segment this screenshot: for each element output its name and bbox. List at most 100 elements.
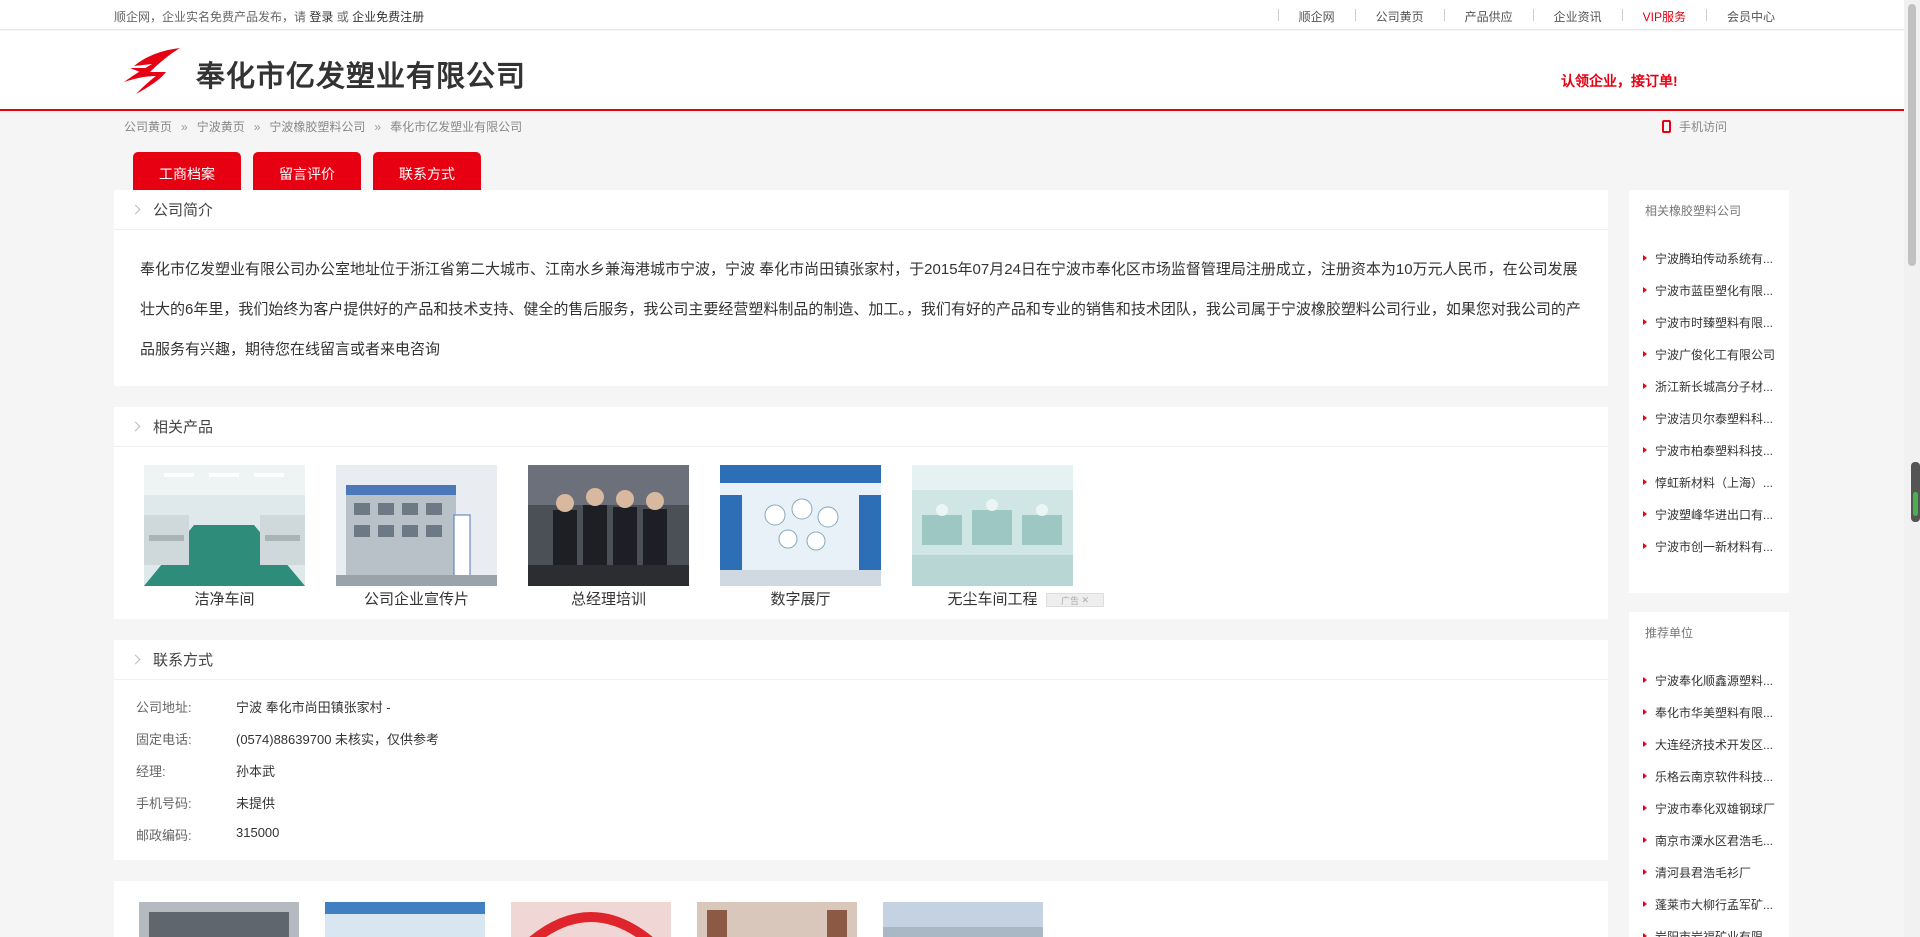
- gallery-photo-icon[interactable]: [139, 902, 299, 937]
- login-link[interactable]: 登录: [309, 10, 333, 24]
- list-item[interactable]: 蓬莱市大柳行孟军矿...: [1643, 888, 1775, 920]
- contact-key: 公司地址:: [136, 700, 192, 715]
- bullet-triangle-icon: [1643, 773, 1647, 779]
- list-item-label[interactable]: 宁波奉化顺鑫源塑料...: [1655, 672, 1773, 689]
- claim-company-link[interactable]: 认领企业，接订单!: [1561, 71, 1678, 91]
- office-building-photo-icon[interactable]: [336, 465, 497, 586]
- gallery-photo-icon[interactable]: [511, 902, 671, 937]
- list-item[interactable]: 宁波市蓝臣塑化有限...: [1643, 274, 1775, 306]
- list-item[interactable]: 宁波市创一新材料有...: [1643, 530, 1775, 562]
- list-item[interactable]: 浙江新长城高分子材...: [1643, 370, 1775, 402]
- list-item-label[interactable]: 宁波市时臻塑料有限...: [1655, 314, 1773, 331]
- list-item[interactable]: 清河县君浩毛衫厂: [1643, 856, 1775, 888]
- site-header: 奉化市亿发塑业有限公司 认领企业，接订单!: [0, 31, 1904, 111]
- mobile-visit-link[interactable]: 手机访问: [1662, 118, 1727, 135]
- list-item[interactable]: 宁波市奉化双雄钢球厂: [1643, 792, 1775, 824]
- contact-value: 孙本武: [236, 764, 276, 779]
- bullet-triangle-icon: [1643, 479, 1647, 485]
- list-item[interactable]: 宁波塑峰华进出口有...: [1643, 498, 1775, 530]
- company-name: 奉化市亿发塑业有限公司: [196, 61, 527, 93]
- product-item[interactable]: 洁净车间: [144, 465, 305, 609]
- list-item-label[interactable]: 宁波塑峰华进出口有...: [1655, 506, 1773, 523]
- product-caption[interactable]: 洁净车间: [144, 588, 305, 609]
- nav-news[interactable]: 企业资讯: [1554, 8, 1602, 25]
- nav-vip[interactable]: VIP服务: [1643, 8, 1686, 25]
- product-item[interactable]: 公司企业宣传片: [336, 465, 497, 609]
- list-item[interactable]: 宁波腾珀传动系统有...: [1643, 242, 1775, 274]
- contact-value: 315000: [236, 825, 280, 840]
- nav-shunqi[interactable]: 顺企网: [1299, 8, 1335, 25]
- list-item[interactable]: 南京市溧水区君浩毛...: [1643, 824, 1775, 856]
- bullet-triangle-icon: [1643, 933, 1647, 937]
- list-item-label[interactable]: 浙江新长城高分子材...: [1655, 378, 1773, 395]
- product-item[interactable]: 无尘车间工程: [912, 465, 1073, 609]
- breadcrumb-item[interactable]: 公司黄页: [124, 120, 172, 134]
- list-item-label[interactable]: 岩阳市岩福矿业有限: [1655, 928, 1763, 937]
- list-item[interactable]: 奉化市华美塑料有限...: [1643, 696, 1775, 728]
- list-item-label[interactable]: 宁波市柏泰塑料科技...: [1655, 442, 1773, 459]
- related-companies-panel: 相关橡胶塑料公司 宁波腾珀传动系统有... 宁波市蓝臣塑化有限... 宁波市时臻…: [1629, 190, 1789, 593]
- list-item[interactable]: 宁波洁贝尔泰塑料科...: [1643, 402, 1775, 434]
- product-item[interactable]: 数字展厅: [720, 465, 881, 609]
- list-item[interactable]: 岩阳市岩福矿业有限: [1643, 920, 1775, 937]
- register-link[interactable]: 企业免费注册: [352, 10, 424, 24]
- gallery-photo-icon[interactable]: [697, 902, 857, 937]
- clean-room-photo-icon[interactable]: [144, 465, 305, 586]
- breadcrumb-item[interactable]: 宁波橡胶塑料公司: [269, 120, 365, 134]
- list-item[interactable]: 乐格云南京软件科技...: [1643, 760, 1775, 792]
- list-item-label[interactable]: 大连经济技术开发区...: [1655, 736, 1773, 753]
- bullet-triangle-icon: [1643, 869, 1647, 875]
- intro-title: 公司简介: [114, 190, 1608, 230]
- list-item-label[interactable]: 宁波洁贝尔泰塑料科...: [1655, 410, 1773, 427]
- list-item[interactable]: 宁波市时臻塑料有限...: [1643, 306, 1775, 338]
- breadcrumb-current: 奉化市亿发塑业有限公司: [390, 120, 523, 134]
- list-item[interactable]: 宁波市柏泰塑料科技...: [1643, 434, 1775, 466]
- breadcrumb-item[interactable]: 宁波黄页: [197, 120, 245, 134]
- tab-reviews[interactable]: 留言评价: [253, 152, 361, 190]
- top-bar: 顺企网，企业实名免费产品发布，请 登录 或 企业免费注册 顺企网 公司黄页 产品…: [0, 0, 1904, 30]
- contact-panel: 联系方式 公司地址: 宁波 奉化市尚田镇张家村 - 固定电话: (0574)8863…: [114, 640, 1608, 860]
- group-photo-icon[interactable]: [528, 465, 689, 586]
- contact-value: 未提供: [236, 796, 276, 811]
- ad-badge[interactable]: 广告 ✕: [1046, 593, 1104, 607]
- shunqi-logo-icon[interactable]: [122, 46, 182, 96]
- list-item-label[interactable]: 宁波腾珀传动系统有...: [1655, 250, 1773, 267]
- intro-panel: 公司简介 奉化市亿发塑业有限公司办公室地址位于浙江省第二大城市、江南水乡兼海港城…: [114, 190, 1608, 386]
- top-notice: 顺企网，企业实名免费产品发布，请 登录 或 企业免费注册: [114, 8, 424, 25]
- product-item[interactable]: 总经理培训: [528, 465, 689, 609]
- list-item-label[interactable]: 乐格云南京软件科技...: [1655, 768, 1773, 785]
- dustfree-workshop-photo-icon[interactable]: [912, 465, 1073, 586]
- list-item-label[interactable]: 南京市溧水区君浩毛...: [1655, 832, 1773, 849]
- list-item[interactable]: 惇虹新材料（上海）...: [1643, 466, 1775, 498]
- list-item-label[interactable]: 宁波市创一新材料有...: [1655, 538, 1773, 555]
- nav-products[interactable]: 产品供应: [1465, 8, 1513, 25]
- nav-yellow-pages[interactable]: 公司黄页: [1376, 8, 1424, 25]
- list-item-label[interactable]: 宁波广俊化工有限公司: [1655, 346, 1775, 363]
- list-item-label[interactable]: 清河县君浩毛衫厂: [1655, 864, 1751, 881]
- list-item-label[interactable]: 蓬莱市大柳行孟军矿...: [1655, 896, 1773, 913]
- list-item-label[interactable]: 宁波市蓝臣塑化有限...: [1655, 282, 1773, 299]
- product-caption[interactable]: 公司企业宣传片: [336, 588, 497, 609]
- or-text: 或: [336, 10, 349, 24]
- contact-key: 邮政编码:: [136, 828, 192, 843]
- scrollbar-thumb[interactable]: [1908, 4, 1916, 266]
- tab-contact[interactable]: 联系方式: [373, 152, 481, 190]
- nav-member-center[interactable]: 会员中心: [1727, 8, 1775, 25]
- contact-row-postcode: 邮政编码: 315000: [136, 825, 279, 844]
- list-item[interactable]: 大连经济技术开发区...: [1643, 728, 1775, 760]
- gallery-photo-icon[interactable]: [883, 902, 1043, 937]
- gallery-photo-icon[interactable]: [325, 902, 485, 937]
- tab-business-record[interactable]: 工商档案: [133, 152, 241, 190]
- list-item[interactable]: 宁波广俊化工有限公司: [1643, 338, 1775, 370]
- list-item-label[interactable]: 宁波市奉化双雄钢球厂: [1655, 800, 1775, 817]
- bullet-triangle-icon: [1643, 805, 1647, 811]
- list-item[interactable]: 宁波奉化顺鑫源塑料...: [1643, 664, 1775, 696]
- gallery-panel: [114, 881, 1608, 937]
- product-caption[interactable]: 总经理培训: [528, 588, 689, 609]
- list-item-label[interactable]: 奉化市华美塑料有限...: [1655, 704, 1773, 721]
- product-caption[interactable]: 数字展厅: [720, 588, 881, 609]
- bullet-triangle-icon: [1643, 415, 1647, 421]
- showroom-photo-icon[interactable]: [720, 465, 881, 586]
- products-panel: 相关产品 洁净车间 公司企业宣传片 总经理培训 数字展厅 无尘车间工程: [114, 407, 1608, 619]
- list-item-label[interactable]: 惇虹新材料（上海）...: [1655, 474, 1773, 491]
